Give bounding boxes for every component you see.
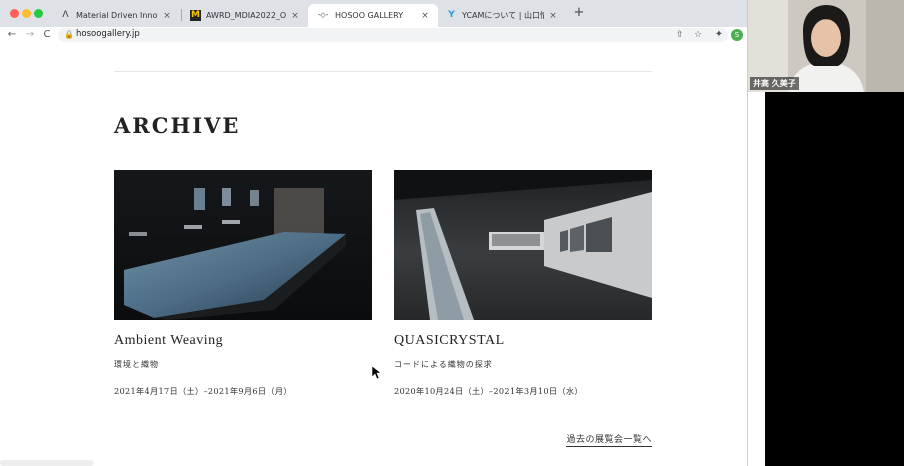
lock-icon[interactable]: 🔒 <box>64 30 74 39</box>
exhibition-dates: 2020年10月24日（土）–2021年3月10日（水） <box>394 386 583 396</box>
tab-awrd[interactable]: M AWRD_MDIA2022_Online revie × <box>182 4 308 27</box>
site-favicon-icon: Y <box>448 10 455 20</box>
minimize-window-button[interactable] <box>22 9 31 18</box>
empty-video-area <box>765 92 904 466</box>
share-icon[interactable]: ⇧ <box>676 28 684 42</box>
address-bar[interactable]: 🔒 hosoogallery.jp ⇧ ☆ <box>58 28 728 42</box>
browser-toolbar: ← → C 🔒 hosoogallery.jp ⇧ ☆ ✦ S <box>0 27 747 43</box>
mouse-cursor-icon <box>372 366 381 379</box>
exhibition-subtitle: 環境と織物 <box>114 360 159 369</box>
url-text[interactable]: hosoogallery.jp <box>76 29 140 39</box>
tab-title: HOSOO GALLERY <box>335 11 404 20</box>
exhibition-title[interactable]: QUASICRYSTAL <box>394 333 652 349</box>
past-exhibitions-link[interactable]: 過去の展覧会一覧へ <box>566 432 652 447</box>
exhibition-photo-quasicrystal[interactable] <box>394 170 652 320</box>
tab-hosoo-gallery[interactable]: -◇- HOSOO GALLERY × <box>308 4 438 27</box>
exhibition-photo-ambient-weaving[interactable] <box>114 170 372 320</box>
tab-close-icon[interactable]: × <box>162 11 172 21</box>
exhibition-card-ambient-weaving[interactable]: Ambient Weaving 環境と織物 2021年4月17日（土）–2021… <box>114 170 372 397</box>
tab-close-icon[interactable]: × <box>548 11 558 21</box>
web-page: ARCHIVE Ambient Weaving 環境と織物 2021年4月17日… <box>0 43 747 466</box>
tab-title: Material Driven Innovation Awa <box>76 11 158 20</box>
exhibition-dates: 2021年4月17日（土）–2021年9月6日（月） <box>114 386 292 396</box>
tab-bar: Λ Material Driven Innovation Awa × M AWR… <box>0 0 747 27</box>
section-divider <box>114 71 652 72</box>
reload-icon[interactable]: C <box>40 27 54 43</box>
maximize-window-button[interactable] <box>34 9 43 18</box>
exhibition-title[interactable]: Ambient Weaving <box>114 333 372 349</box>
tab-title: AWRD_MDIA2022_Online revie <box>206 11 286 20</box>
exhibition-card-quasicrystal[interactable]: QUASICRYSTAL コードによる織物の探求 2020年10月24日（土）–… <box>394 170 652 397</box>
tab-ycam[interactable]: Y YCAMについて | 山口情報芸術セ × <box>438 4 566 27</box>
tab-close-icon[interactable]: × <box>420 11 430 21</box>
profile-avatar[interactable]: S <box>731 29 743 41</box>
tab-material-driven[interactable]: Λ Material Driven Innovation Awa × <box>52 4 180 27</box>
browser-edge <box>748 92 765 466</box>
site-favicon-icon: Λ <box>62 10 69 20</box>
exhibition-subtitle: コードによる織物の探求 <box>394 360 493 369</box>
participant-name-label: 井高 久美子 <box>750 77 799 90</box>
close-window-button[interactable] <box>10 9 19 18</box>
tab-close-icon[interactable]: × <box>290 11 300 21</box>
browser-window: Λ Material Driven Innovation Awa × M AWR… <box>0 0 748 466</box>
back-icon[interactable]: ← <box>5 27 19 43</box>
new-tab-button[interactable]: + <box>572 6 586 20</box>
extensions-icon[interactable]: ✦ <box>712 27 726 43</box>
bookmark-star-icon[interactable]: ☆ <box>694 28 702 42</box>
forward-icon[interactable]: → <box>23 27 37 43</box>
horizontal-scrollbar[interactable] <box>0 460 94 466</box>
site-favicon-icon: M <box>190 10 201 21</box>
tab-title: YCAMについて | 山口情報芸術セ <box>462 11 544 20</box>
archive-heading: ARCHIVE <box>114 113 241 138</box>
video-call-tile[interactable]: 井高 久美子 <box>748 0 904 92</box>
site-favicon-icon: -◇- <box>317 11 329 19</box>
